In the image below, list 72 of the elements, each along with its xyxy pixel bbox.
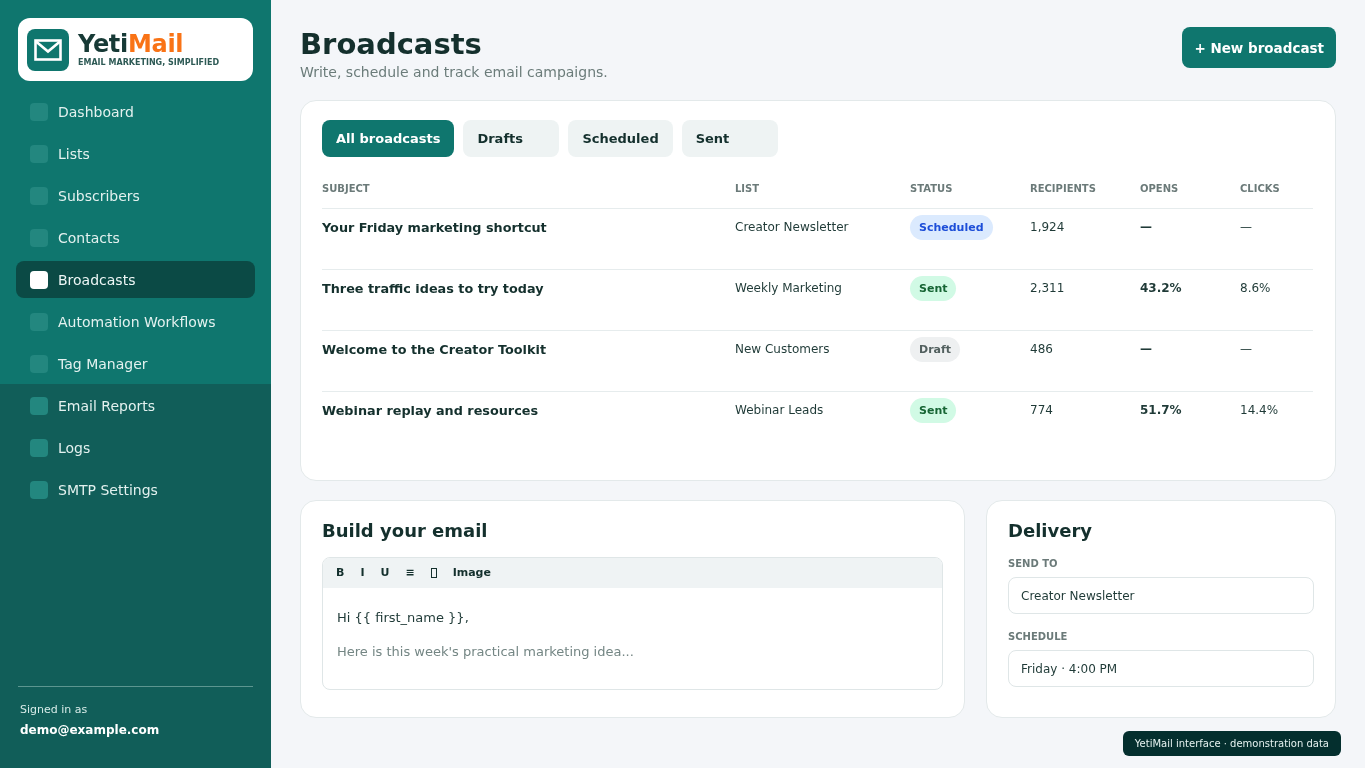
sidebar-item[interactable]: Lists — [16, 135, 255, 172]
card-title: Build your email — [322, 519, 489, 543]
table-cell-text: 486 — [1030, 341, 1053, 358]
table-cell-text: 2,311 — [1030, 280, 1065, 297]
sidebar-item[interactable]: Contacts — [16, 219, 255, 256]
filter-tab[interactable]: Scheduled — [568, 120, 673, 157]
sidebar-item[interactable]: Subscribers — [16, 177, 255, 214]
editor-text: Hi {{ first_name }}, — [337, 609, 470, 627]
sidebar-item[interactable]: Logs — [16, 429, 255, 466]
table-cell-text: 1,924 — [1030, 219, 1065, 236]
column-header: STATUS — [910, 183, 954, 196]
square-icon — [30, 396, 48, 415]
filter-tab[interactable]: All broadcasts — [322, 120, 455, 157]
page-subtitle: Write, schedule and track email campaigns. — [300, 63, 608, 81]
status-badge: Draft — [910, 337, 961, 362]
sidebar-item[interactable]: Email Reports — [16, 387, 255, 424]
table-cell-text: Webinar Leads — [735, 402, 824, 419]
field-label: SEND TO — [1008, 558, 1059, 570]
table-cell-text: — — [1240, 219, 1252, 236]
table-cell-text: 8.6% — [1240, 280, 1271, 297]
subject-text: Webinar replay and resources — [322, 402, 539, 420]
toolbar-button[interactable]: ≡ — [400, 563, 420, 583]
toolbar-button[interactable]: U — [375, 563, 395, 583]
filter-tab[interactable]: Sent — [681, 120, 778, 157]
table-cell-text: 14.4% — [1240, 402, 1279, 419]
subject-text: Welcome to the Creator Toolkit — [322, 341, 546, 359]
account-email: demo@example.com — [20, 722, 161, 738]
table-cell-text: 774 — [1030, 402, 1053, 419]
status-badge: Sent — [910, 276, 957, 301]
toolbar-button[interactable]: Image — [447, 563, 496, 583]
editor-text: Here is this week's practical marketing idea... — [337, 643, 635, 661]
logo-wordmark: YetiMail — [78, 31, 185, 57]
page-title: Broadcasts — [300, 26, 483, 62]
column-header: LIST — [735, 183, 761, 196]
new-broadcast-button[interactable]: + New broadcast — [1182, 27, 1336, 68]
text-field[interactable]: Creator Newsletter — [1008, 577, 1314, 614]
toolbar-button[interactable]: I — [355, 563, 370, 583]
card-title: Delivery — [1008, 519, 1094, 543]
envelope-icon — [27, 28, 69, 71]
info-note: YetiMail interface · demonstration data — [1122, 731, 1341, 756]
square-icon — [30, 270, 48, 289]
sidebar-item[interactable]: SMTP Settings — [16, 471, 255, 508]
square-icon — [30, 480, 48, 499]
column-header: SUBJECT — [322, 183, 371, 196]
subject-text: Three traffic ideas to try today — [322, 280, 544, 298]
status-badge: Sent — [910, 398, 957, 423]
table-cell-text: New Customers — [735, 341, 830, 358]
table-cell-text: Weekly Marketing — [735, 280, 842, 297]
subject-text: Your Friday marketing shortcut — [322, 219, 547, 237]
text-field[interactable]: Friday · 4:00 PM — [1008, 650, 1314, 687]
field-label: SCHEDULE — [1008, 631, 1069, 643]
filter-tab[interactable]: Drafts — [463, 120, 560, 157]
column-header: OPENS — [1140, 183, 1180, 196]
status-badge: Scheduled — [910, 215, 993, 240]
sidebar-item[interactable]: Automation Workflows — [16, 303, 255, 340]
table-cell-text: 51.7% — [1140, 402, 1182, 419]
sidebar-item[interactable]: Dashboard — [16, 93, 255, 130]
sidebar-item[interactable]: Broadcasts — [16, 261, 255, 298]
editor-body-field[interactable]: Hi {{ first_name }}, Here is this week's practical marketing idea... — [323, 588, 942, 689]
square-icon — [30, 438, 48, 457]
toolbar-button[interactable]: B — [331, 563, 350, 583]
table-cell-text: — — [1140, 341, 1152, 358]
column-header: RECIPIENTS — [1030, 183, 1097, 196]
logo-tagline: EMAIL MARKETING, SIMPLIFIED — [78, 57, 220, 68]
box-icon — [430, 568, 437, 578]
column-header: CLICKS — [1240, 183, 1281, 196]
table-cell-text: 43.2% — [1140, 280, 1182, 297]
table-cell-text: — — [1240, 341, 1252, 358]
signed-in-label: Signed in as — [20, 703, 89, 717]
table-cell-text: Creator Newsletter — [735, 219, 849, 236]
table-cell-text: — — [1140, 219, 1152, 236]
sidebar-item[interactable]: Tag Manager — [16, 345, 255, 382]
